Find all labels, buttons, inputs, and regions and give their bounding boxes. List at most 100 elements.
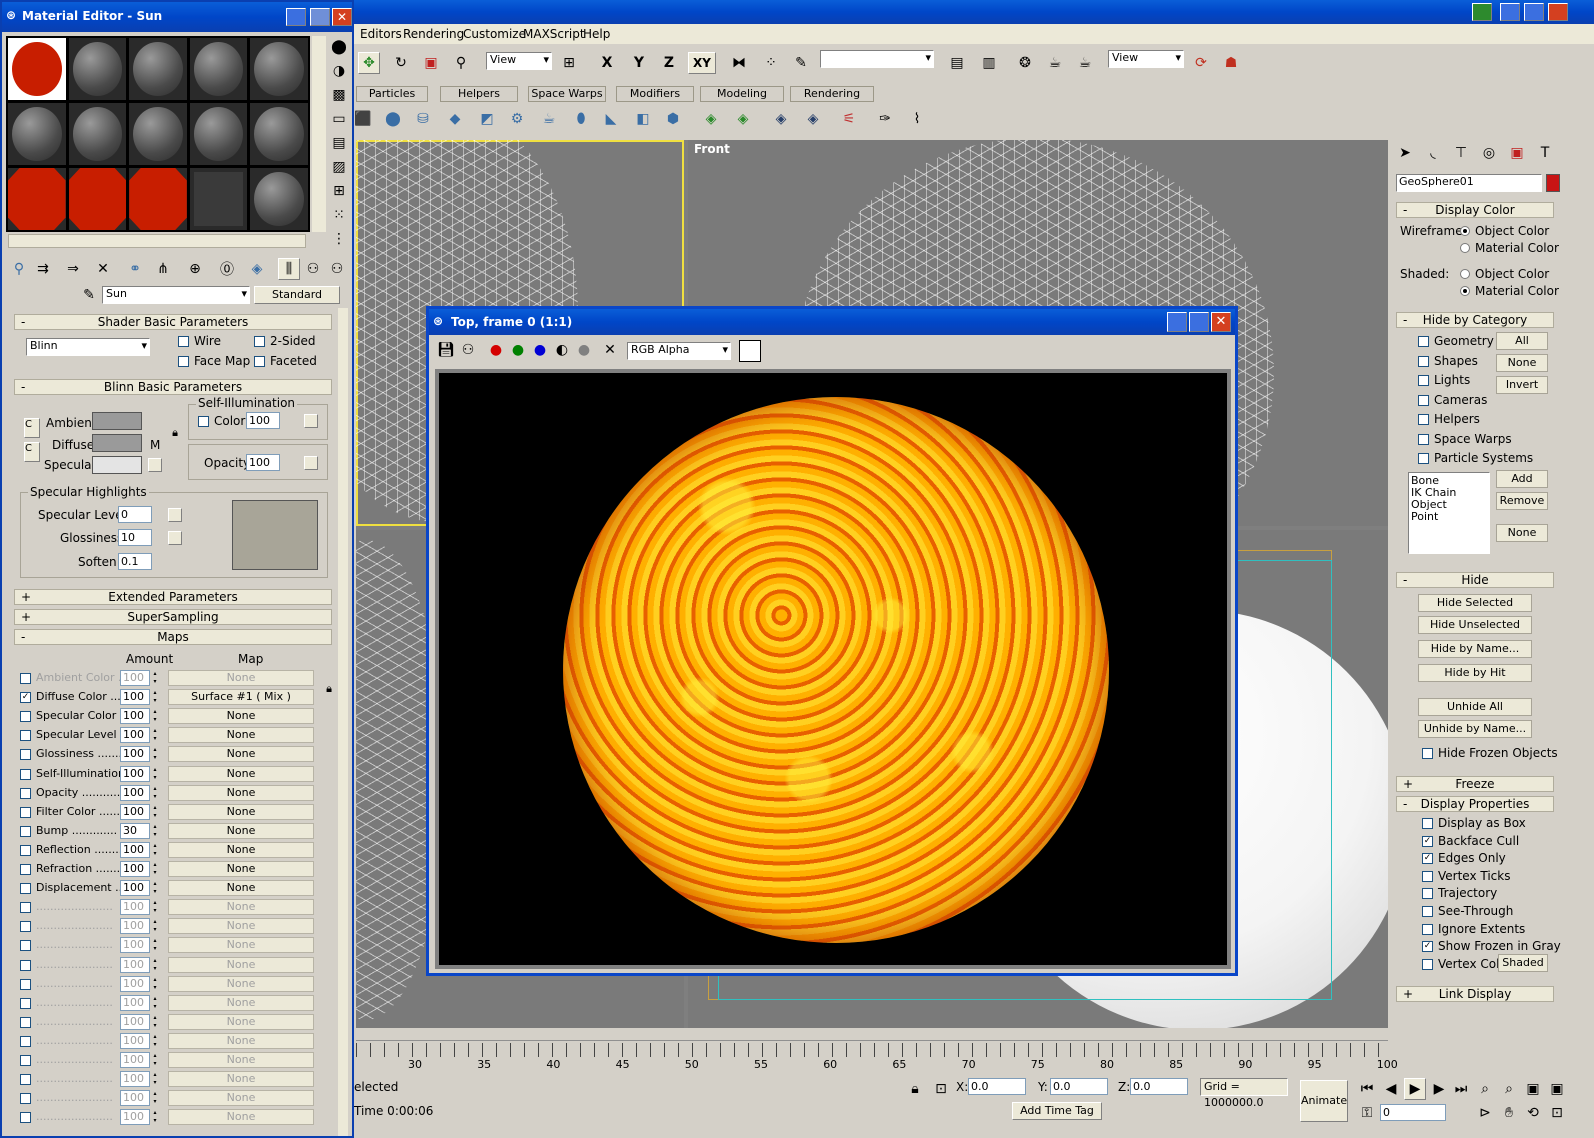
map-amount-spinner[interactable]: 100 xyxy=(120,765,150,782)
opacity-spinner[interactable]: 100 xyxy=(246,454,280,471)
display-prop-checkbox[interactable] xyxy=(1422,870,1433,882)
hide-frozen-checkbox[interactable] xyxy=(1422,748,1433,759)
map-checkbox[interactable] xyxy=(20,730,31,742)
maps-rollout[interactable]: - Maps xyxy=(14,629,332,645)
map-amount-spinner[interactable]: 100 xyxy=(120,803,150,820)
map-amount-spinner[interactable]: 100 xyxy=(120,1013,150,1030)
spec-level-spinner[interactable]: 0 xyxy=(118,506,152,523)
align-icon[interactable]: ✎ xyxy=(790,52,812,74)
mesh-green2-icon[interactable]: ◈ xyxy=(732,108,754,130)
supersampling-rollout[interactable]: + SuperSampling xyxy=(14,609,332,625)
make-copy-icon[interactable]: ⚭ xyxy=(124,258,146,280)
map-amount-arrows[interactable]: ▴ ▾ xyxy=(151,804,159,821)
map-slot-button[interactable]: None xyxy=(168,822,314,839)
map-amount-arrows[interactable]: ▴ ▾ xyxy=(151,727,159,744)
map-checkbox[interactable] xyxy=(20,1055,31,1066)
map-checkbox[interactable] xyxy=(20,1035,31,1047)
category-checkbox[interactable] xyxy=(1418,433,1429,445)
self-illum-map-button[interactable] xyxy=(304,414,318,428)
display-color-rollout[interactable]: - Display Color xyxy=(1396,202,1554,218)
create-tab-icon[interactable]: ➤ xyxy=(1394,142,1416,164)
capsule-icon[interactable]: ⬮ xyxy=(570,108,592,130)
slots-scrollbar[interactable] xyxy=(312,36,326,232)
map-amount-spinner[interactable]: 100 xyxy=(120,1052,150,1068)
map-slot-button[interactable]: None xyxy=(168,880,314,897)
absolute-mode-icon[interactable]: ⊡ xyxy=(930,1078,952,1100)
put-to-library-icon[interactable]: ⊕ xyxy=(184,258,206,280)
map-checkbox[interactable] xyxy=(20,921,31,933)
self-illum-color-checkbox[interactable] xyxy=(198,416,209,427)
map-amount-arrows[interactable]: ▴ ▾ xyxy=(151,708,159,725)
wire-checkbox[interactable] xyxy=(178,336,189,347)
restore-button[interactable] xyxy=(1472,3,1492,21)
hide-rollout[interactable]: - Hide xyxy=(1396,572,1554,588)
map-slot-button[interactable]: None xyxy=(168,918,314,935)
map-amount-spinner[interactable]: 100 xyxy=(120,994,150,1011)
link-display-rollout[interactable]: + Link Display xyxy=(1396,986,1554,1002)
tab-modifiers[interactable]: Modifiers xyxy=(616,86,694,102)
gear-icon[interactable]: ⚙ xyxy=(506,108,528,130)
render-last-icon[interactable]: ⟳ xyxy=(1190,52,1212,74)
blue-channel-icon[interactable]: ● xyxy=(529,339,551,361)
material-id-icon[interactable]: ⓪ xyxy=(216,258,238,280)
display-prop-checkbox[interactable]: ✓ xyxy=(1422,941,1433,953)
modify-tab-icon[interactable]: ◟ xyxy=(1422,142,1444,164)
go-to-parent-icon[interactable]: ⚇ xyxy=(302,258,324,280)
map-amount-arrows[interactable]: ▴ ▾ xyxy=(151,880,159,897)
map-slot-button[interactable]: None xyxy=(168,994,314,1011)
lock-icon[interactable]: 🔒︎ xyxy=(164,422,186,444)
unhide-all-button[interactable]: Unhide All xyxy=(1418,698,1532,716)
map-amount-spinner[interactable]: 100 xyxy=(120,956,150,973)
next-frame-icon[interactable]: ▶ xyxy=(1428,1078,1450,1100)
map-amount-spinner[interactable]: 100 xyxy=(120,1032,150,1049)
tab-space-warps[interactable]: Space Warps xyxy=(528,86,606,102)
map-checkbox[interactable] xyxy=(20,1093,31,1105)
map-checkbox[interactable] xyxy=(20,825,31,837)
material-slot[interactable] xyxy=(189,168,248,230)
map-amount-spinner[interactable]: 100 xyxy=(120,975,150,992)
unhide-by-name-button[interactable]: Unhide by Name... xyxy=(1418,720,1532,738)
channel-dropdown[interactable]: RGB Alpha ▾ xyxy=(627,342,731,360)
rw-close-button[interactable]: ✕ xyxy=(1211,312,1231,332)
put-to-scene-icon[interactable]: ⇉ xyxy=(32,258,54,280)
category-listbox[interactable]: Bone IK Chain Object Point xyxy=(1408,472,1490,554)
close-button[interactable] xyxy=(1548,3,1568,21)
map-checkbox[interactable] xyxy=(20,883,31,895)
slots-hscrollbar[interactable] xyxy=(8,234,306,248)
activeshade-icon[interactable]: ☗ xyxy=(1220,52,1242,74)
map-amount-spinner[interactable]: 100 xyxy=(120,880,150,897)
glossiness-map-button[interactable] xyxy=(168,531,182,545)
utilities-tab-icon[interactable]: T xyxy=(1534,142,1556,164)
goto-start-icon[interactable]: ⏮ xyxy=(1356,1078,1378,1100)
sphere-icon[interactable]: ⬤ xyxy=(382,108,404,130)
shaded-material-color-radio[interactable] xyxy=(1460,286,1470,296)
material-slot[interactable] xyxy=(189,103,248,165)
map-checkbox[interactable] xyxy=(20,864,31,875)
map-slot-button[interactable]: None xyxy=(168,727,314,744)
manipulate-icon[interactable]: ⚲ xyxy=(450,52,472,74)
map-checkbox[interactable] xyxy=(20,711,31,723)
menu-maxscript[interactable]: MAXScript xyxy=(523,27,585,41)
self-illum-spinner[interactable]: 100 xyxy=(246,412,280,429)
map-slot-button[interactable]: None xyxy=(168,861,314,877)
list-item[interactable]: Point xyxy=(1411,511,1487,523)
teapot-icon[interactable]: ☕ xyxy=(538,108,560,130)
menu-help[interactable]: Help xyxy=(583,27,610,41)
material-slot[interactable] xyxy=(68,103,127,165)
prev-frame-icon[interactable]: ◀ xyxy=(1380,1078,1402,1100)
map-slot-button[interactable]: None xyxy=(168,708,314,725)
z-coord-field[interactable]: 0.0 xyxy=(1130,1078,1188,1095)
map-checkbox[interactable] xyxy=(20,940,31,952)
map-slot-button[interactable]: None xyxy=(168,937,314,954)
material-slot[interactable] xyxy=(68,168,127,230)
map-amount-arrows[interactable]: ▴ ▾ xyxy=(151,937,159,954)
menu-customize[interactable]: Customize xyxy=(463,27,526,41)
x-coord-field[interactable]: 0.0 xyxy=(968,1078,1026,1095)
material-slot[interactable] xyxy=(129,38,187,100)
schematic-icon[interactable]: ▥ xyxy=(978,52,1000,74)
map-slot-button[interactable]: None xyxy=(168,841,314,858)
map-amount-spinner[interactable]: 100 xyxy=(120,746,150,763)
map-slot-button[interactable]: Surface #1 ( Mix ) xyxy=(168,689,314,706)
slab-icon[interactable]: ◧ xyxy=(632,108,654,130)
cone-icon[interactable]: ◆ xyxy=(444,108,466,130)
